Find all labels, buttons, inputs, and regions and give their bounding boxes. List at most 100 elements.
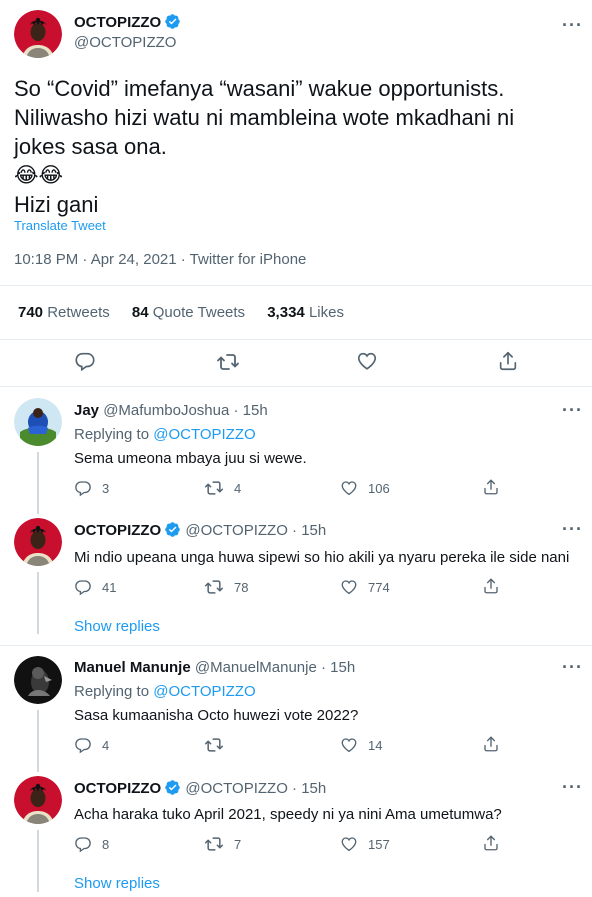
divider [0,386,592,387]
like-icon [356,350,378,372]
reply-header: Manuel Manunje @ManuelManunje · 15h [74,659,355,676]
more-icon[interactable]: ··· [562,778,583,796]
quote-tweets-stat[interactable]: 84 Quote Tweets [132,304,245,321]
share-button[interactable] [482,577,500,595]
verified-badge-icon [164,779,181,796]
thread-line [37,710,39,772]
reply-header: Jay @MafumboJoshua · 15h [74,402,268,419]
reply-author-handle[interactable]: @ManuelManunje [195,659,317,676]
reply-button[interactable]: 4 [74,736,109,754]
reply-text: Sasa kumaanisha Octo huwezi vote 2022? [74,707,359,724]
retweet-count: 7 [234,836,242,852]
reply-author-name[interactable]: OCTOPIZZO [74,522,161,539]
reply-header: OCTOPIZZO @OCTOPIZZO · 15h [74,521,326,539]
author-avatar[interactable] [14,10,62,58]
like-icon [340,479,358,497]
retweet-icon [204,577,224,597]
reply-time[interactable]: · 15h [234,402,268,419]
replying-to-handle[interactable]: @OCTOPIZZO [153,426,255,443]
like-button[interactable]: 106 [340,479,390,497]
translate-link[interactable]: Translate Tweet [14,218,106,233]
share-button[interactable] [482,834,500,852]
thread-line [37,452,39,514]
thread-line [37,830,39,892]
retweet-button[interactable]: 4 [204,478,241,498]
more-icon[interactable]: ··· [562,16,583,34]
reply-time[interactable]: · 15h [321,659,355,676]
retweets-stat[interactable]: 740 Retweets [18,304,110,321]
like-button[interactable]: 157 [340,835,390,853]
verified-badge-icon [164,13,181,30]
retweet-button[interactable]: 78 [204,577,248,597]
reply-author-name[interactable]: Manuel Manunje [74,659,191,676]
tweet-metadata[interactable]: 10:18 PM · Apr 24, 2021 · Twitter for iP… [14,251,306,268]
reply-time[interactable]: · 15h [292,522,326,539]
divider [0,645,592,646]
share-icon [482,834,500,852]
share-button[interactable] [482,478,500,496]
more-icon[interactable]: ··· [562,401,583,419]
tweet-text-line: Hizi gani [14,192,99,217]
reply-author-name[interactable]: Jay [74,402,99,419]
share-icon [482,478,500,496]
author-name-line: OCTOPIZZO [74,13,181,32]
retweet-icon [204,735,224,755]
engagement-stats: 740 Retweets 84 Quote Tweets 3,334 Likes [18,304,362,321]
reply-author-handle[interactable]: @OCTOPIZZO [185,522,287,539]
reply-icon [74,578,92,596]
reply-avatar[interactable] [14,518,62,566]
verified-badge-icon [164,521,181,538]
replying-to: Replying to @OCTOPIZZO [74,683,256,700]
reply-button[interactable]: 8 [74,835,109,853]
more-icon[interactable]: ··· [562,658,583,676]
share-button[interactable] [497,350,519,372]
reply-icon [74,835,92,853]
reply-text: Acha haraka tuko April 2021, speedy ni y… [74,806,502,823]
like-count: 106 [368,480,390,496]
like-button[interactable] [356,350,378,372]
share-icon [482,577,500,595]
reply-author-handle[interactable]: @MafumboJoshua [103,402,229,419]
tweet-emoji-line: 😂😂 [14,163,64,187]
retweet-icon [204,834,224,854]
reply-button[interactable]: 41 [74,578,116,596]
like-count: 14 [368,737,383,753]
reply-avatar[interactable] [14,398,62,446]
show-replies-link[interactable]: Show replies [74,875,160,892]
reply-avatar[interactable] [14,656,62,704]
reply-author-name[interactable]: OCTOPIZZO [74,780,161,797]
retweet-button[interactable] [216,350,240,374]
like-button[interactable]: 14 [340,736,382,754]
like-count: 157 [368,836,390,852]
author-handle[interactable]: @OCTOPIZZO [74,34,176,51]
retweet-button[interactable]: 7 [204,834,241,854]
retweet-button[interactable] [204,735,234,755]
share-button[interactable] [482,735,500,753]
show-replies-link[interactable]: Show replies [74,618,160,635]
reply-count: 4 [102,737,110,753]
author-name[interactable]: OCTOPIZZO [74,14,161,31]
retweet-icon [216,350,240,374]
reply-button[interactable]: 3 [74,479,109,497]
retweet-icon [204,478,224,498]
reply-author-handle[interactable]: @OCTOPIZZO [185,780,287,797]
like-icon [340,736,358,754]
like-button[interactable]: 774 [340,578,390,596]
tweet-text: So “Covid” imefanya “wasani” wakue oppor… [14,74,584,219]
share-icon [482,735,500,753]
thread-line [37,572,39,634]
like-count: 774 [368,579,390,595]
more-icon[interactable]: ··· [562,520,583,538]
reply-icon [74,479,92,497]
likes-stat[interactable]: 3,334 Likes [267,304,344,321]
reply-icon [74,350,96,372]
replying-to-handle[interactable]: @OCTOPIZZO [153,683,255,700]
reply-avatar[interactable] [14,776,62,824]
reply-time[interactable]: · 15h [292,780,326,797]
reply-header: OCTOPIZZO @OCTOPIZZO · 15h [74,779,326,797]
reply-text: Mi ndio upeana unga huwa sipewi so hio a… [74,549,570,566]
reply-count: 8 [102,836,110,852]
reply-icon [74,736,92,754]
reply-count: 3 [102,480,110,496]
reply-button[interactable] [74,350,96,372]
